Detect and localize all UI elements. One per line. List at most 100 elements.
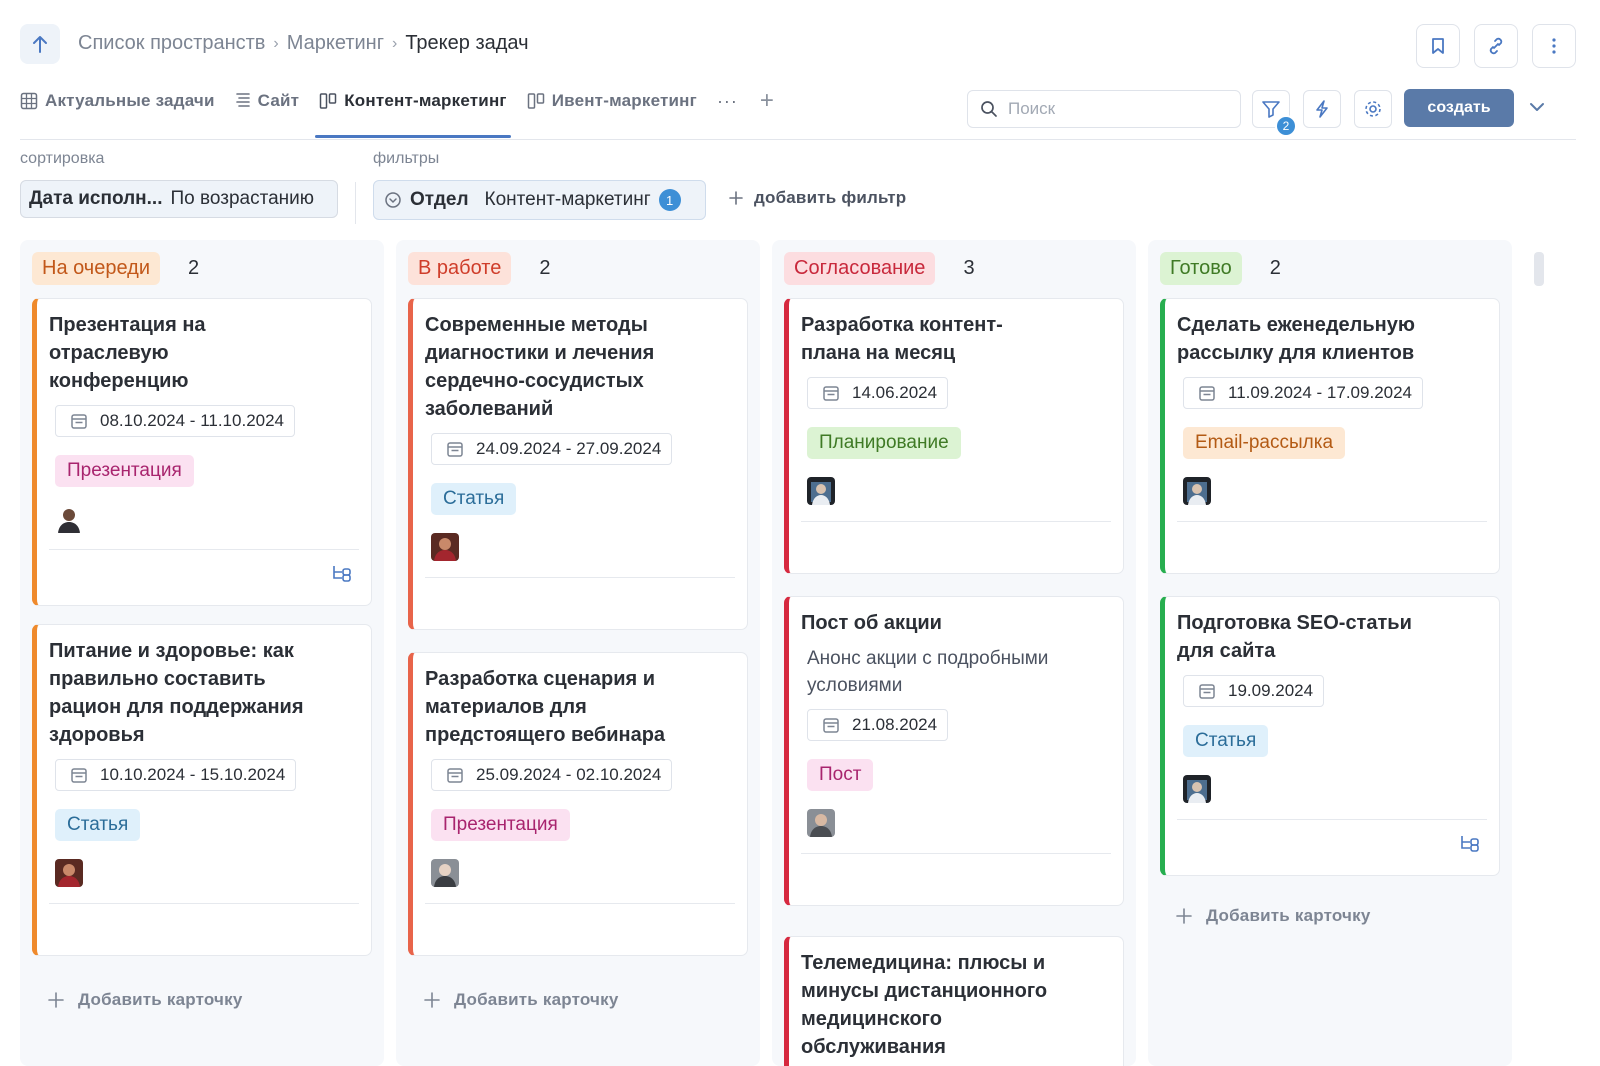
add-filter-button[interactable]: добавить фильтр — [728, 188, 906, 208]
divider — [355, 182, 356, 224]
avatar[interactable] — [431, 859, 459, 887]
more-options-button[interactable] — [1532, 24, 1576, 68]
column-queued: На очереди 2 Презентация на отраслевую к… — [20, 240, 384, 1066]
tab-site[interactable]: Сайт — [235, 84, 300, 118]
add-card-label: Добавить карточку — [78, 990, 243, 1009]
horizontal-scroll-hint[interactable] — [1534, 252, 1544, 286]
view-tabs-bar: Актуальные задачи Сайт Контент-маркетинг… — [20, 84, 1576, 140]
column-count: 2 — [539, 257, 551, 279]
calendar-icon — [447, 442, 463, 457]
sort-selector[interactable]: Дата исполн... По возрастанию — [20, 180, 338, 218]
status-badge: Готово — [1160, 252, 1242, 285]
copy-link-button[interactable] — [1474, 24, 1518, 68]
status-badge: Согласование — [784, 252, 936, 285]
table-icon — [20, 92, 38, 110]
avatar-image — [807, 477, 835, 505]
task-card[interactable]: Презентация на отраслевую конференцию 08… — [32, 298, 372, 606]
add-card-button[interactable]: Добавить карточку — [48, 990, 242, 1010]
filter-button[interactable]: 2 — [1252, 90, 1297, 137]
card-footer — [801, 521, 1111, 573]
top-bar: Список пространств › Маркетинг › Трекер … — [20, 24, 1576, 68]
lightning-icon — [1316, 100, 1328, 118]
date: 19.09.2024 — [1183, 675, 1325, 707]
breadcrumb-spaces[interactable]: Список пространств — [78, 32, 265, 55]
avatar[interactable] — [1183, 775, 1211, 803]
date-text: 10.10.2024 - 15.10.2024 — [100, 765, 286, 784]
add-card-label: Добавить карточку — [1206, 906, 1371, 925]
settings-button[interactable] — [1354, 90, 1392, 128]
department-filter-chip[interactable]: Отдел Контент-маркетинг 1 — [373, 180, 706, 220]
tab-label: Актуальные задачи — [45, 91, 215, 110]
tab-label: Ивент-маркетинг — [551, 91, 697, 110]
avatar[interactable] — [807, 809, 835, 837]
date: 14.06.2024 — [807, 377, 949, 409]
sort-field: Дата исполн... — [29, 188, 163, 209]
avatar[interactable] — [55, 505, 83, 533]
tab-event-marketing[interactable]: Ивент-маркетинг — [527, 84, 697, 118]
task-card[interactable]: Пост об акции Анонс акции с подробными у… — [784, 596, 1124, 906]
search-input[interactable] — [1008, 99, 1228, 119]
gear-icon — [1365, 101, 1381, 117]
card-footer — [49, 549, 359, 605]
filter-value-count: 1 — [658, 189, 681, 211]
task-card[interactable]: Современные методы диагностики и лечения… — [408, 298, 748, 630]
task-card[interactable]: Телемедицина: плюсы и минусы дистанционн… — [784, 936, 1124, 1066]
add-card-button[interactable]: Добавить карточку — [1176, 906, 1370, 926]
date-text: 24.09.2024 - 27.09.2024 — [476, 439, 662, 458]
avatar-image — [55, 859, 83, 887]
task-card[interactable]: Подготовка SEO-статьи для сайта 19.09.20… — [1160, 596, 1500, 876]
date-text: 08.10.2024 - 11.10.2024 — [100, 411, 285, 430]
calendar-icon — [823, 386, 839, 401]
more-tabs-button[interactable]: ··· — [717, 91, 738, 112]
tab-actual-tasks[interactable]: Актуальные задачи — [20, 84, 215, 118]
tab-content-marketing[interactable]: Контент-маркетинг — [315, 84, 511, 138]
avatar[interactable] — [1183, 477, 1211, 505]
bookmark-button[interactable] — [1416, 24, 1460, 68]
search-icon — [981, 101, 997, 117]
calendar-icon — [1199, 386, 1215, 401]
avatar[interactable] — [807, 477, 835, 505]
kanban-icon — [527, 93, 544, 109]
filter-field: Отдел — [410, 189, 469, 210]
card-title: Пост об акции — [801, 612, 942, 634]
task-card[interactable]: Разработка сценария и материалов для пре… — [408, 652, 748, 956]
card-footer — [1177, 819, 1487, 875]
avatar[interactable] — [431, 533, 459, 561]
task-card[interactable]: Разработка контент-плана на месяц 14.06.… — [784, 298, 1124, 574]
add-card-button[interactable]: Добавить карточку — [424, 990, 618, 1010]
card-title: Современные методы диагностики и лечения… — [425, 314, 655, 420]
automation-button[interactable] — [1303, 90, 1341, 128]
subtasks-icon[interactable] — [331, 564, 353, 582]
category-tag: Статья — [1183, 725, 1269, 757]
avatar-image — [807, 809, 835, 837]
avatar[interactable] — [55, 859, 83, 887]
category-tag: Пост — [807, 759, 874, 791]
filter-icon — [1262, 101, 1280, 118]
category-tag: Статья — [55, 809, 141, 841]
plus-icon — [729, 191, 743, 205]
chevron-right-icon: › — [392, 34, 398, 52]
navigate-up-button[interactable] — [20, 24, 60, 64]
card-title: Подготовка SEO-статьи для сайта — [1177, 612, 1412, 662]
chevron-down-icon[interactable] — [1528, 98, 1546, 116]
card-footer — [425, 577, 735, 629]
list-icon — [235, 93, 250, 107]
subtasks-icon[interactable] — [1459, 834, 1481, 852]
card-description: Анонс акции с подробными условиями — [807, 648, 1049, 696]
category-tag: Планирование — [807, 427, 961, 459]
avatar-image — [1183, 477, 1211, 505]
sort-order: По возрастанию — [170, 188, 315, 209]
task-card[interactable]: Питание и здоровье: как правильно состав… — [32, 624, 372, 956]
breadcrumb-marketing[interactable]: Маркетинг — [287, 32, 384, 55]
create-button[interactable]: создать — [1404, 89, 1514, 127]
category-tag: Email-рассылка — [1183, 427, 1346, 459]
filters-label: фильтры — [373, 150, 440, 167]
task-card[interactable]: Сделать еженедельную рассылку для клиент… — [1160, 298, 1500, 574]
chevron-circle-down-icon — [385, 192, 401, 208]
plus-icon — [1176, 908, 1192, 924]
link-icon — [1489, 37, 1503, 55]
calendar-icon — [447, 768, 463, 783]
card-title: Сделать еженедельную рассылку для клиент… — [1177, 314, 1415, 364]
card-footer — [1177, 521, 1487, 573]
add-tab-button[interactable]: + — [760, 89, 774, 113]
